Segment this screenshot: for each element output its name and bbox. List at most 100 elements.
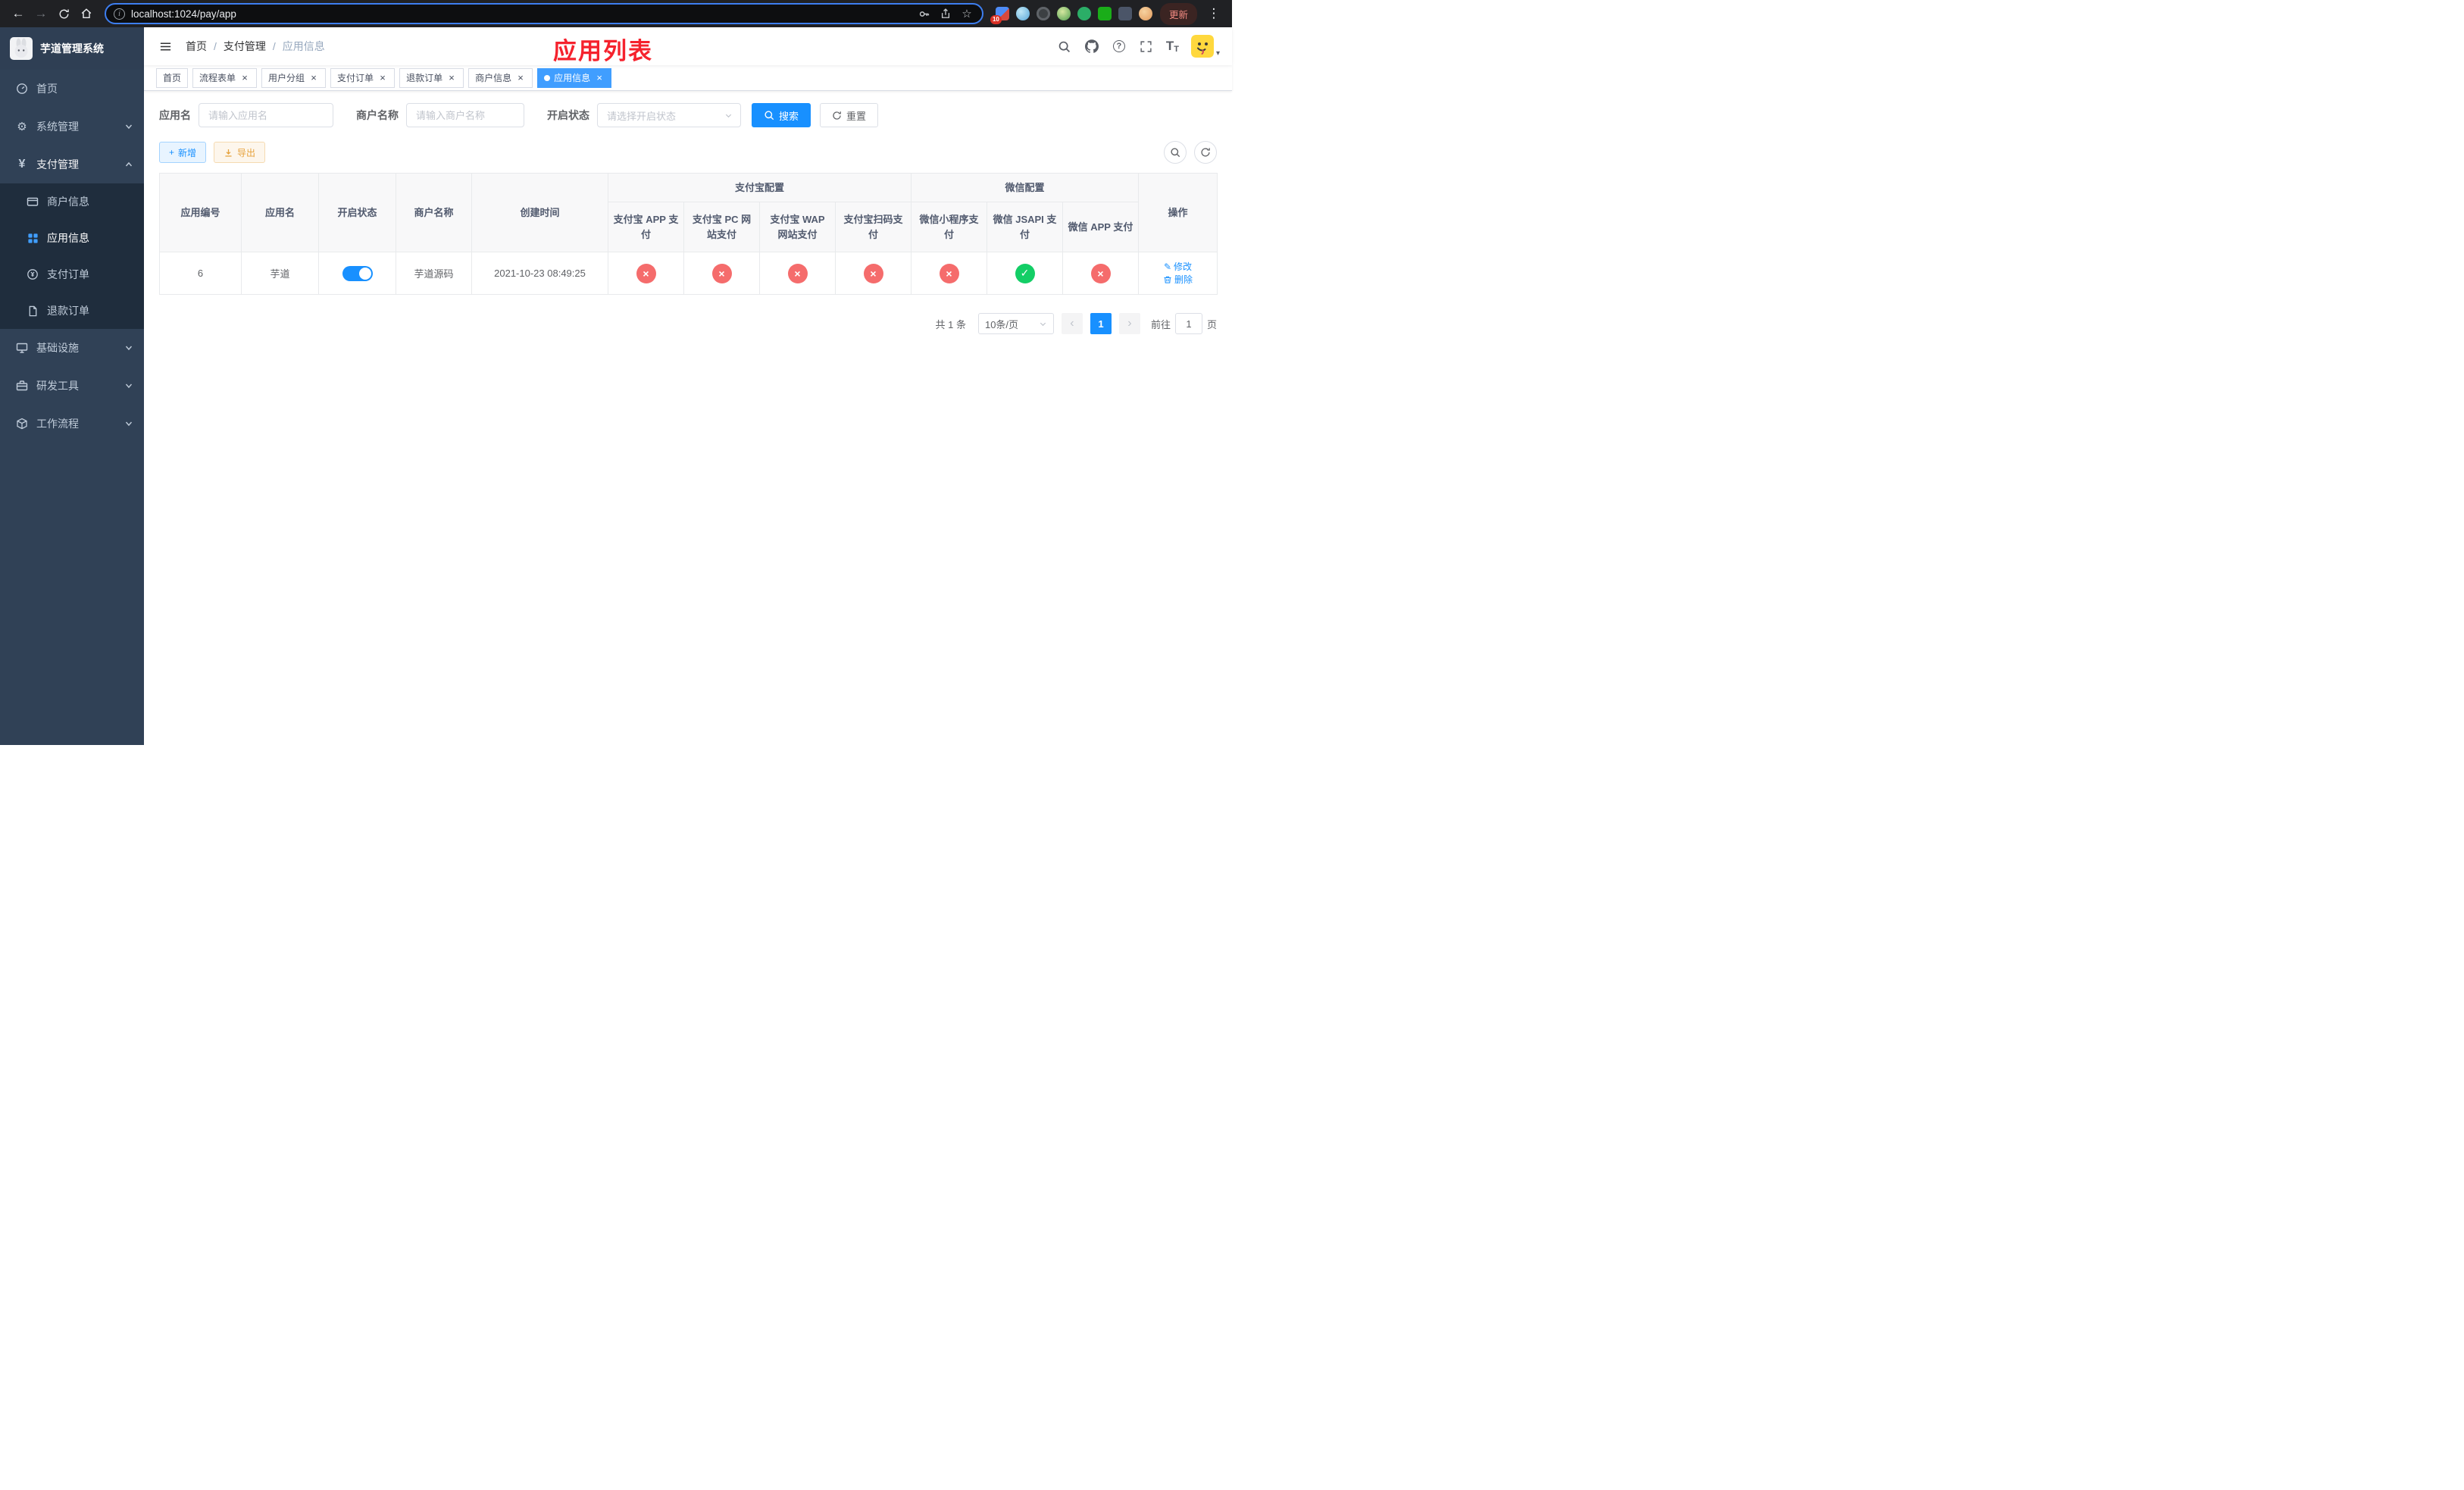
extension-icon[interactable] [1077,7,1091,20]
page-number-1[interactable]: 1 [1090,313,1112,334]
reset-button-label: 重置 [846,110,867,122]
extension-icon[interactable] [1036,7,1050,20]
toggle-search-button[interactable] [1164,141,1187,164]
avatar [1190,35,1214,58]
edit-button[interactable]: ✎ 修改 [1164,260,1192,273]
extension-icon[interactable] [1097,7,1112,20]
font-size-icon[interactable]: TT [1166,39,1179,54]
goto-page-input[interactable] [1174,313,1202,334]
next-page-button[interactable]: › [1118,313,1140,334]
merchant-name-input[interactable] [406,103,524,127]
tab-pay-order[interactable]: 支付订单 × [330,67,396,88]
sidebar-item-home[interactable]: 首页 [0,70,144,108]
yen-icon: ¥ [18,158,26,171]
reset-button[interactable]: 重置 [820,103,879,127]
tab-app-info[interactable]: 应用信息 × [537,67,612,88]
sidebar-item-infra[interactable]: 基础设施 [0,329,144,367]
sidebar: 芋道管理系统 首页 ⚙ 系统管理 ¥ 支付管理 商户信息 应用信息 支付订单 退… [0,27,144,745]
close-icon[interactable]: × [377,73,388,83]
sidebar-menu: 首页 ⚙ 系统管理 ¥ 支付管理 商户信息 应用信息 支付订单 退款订单 基础设… [0,70,144,443]
extension-icon[interactable] [1118,7,1132,20]
browser-chrome: ← → i localhost:1024/pay/app ☆ 10 更新 ⋮ [0,0,1232,27]
enabled-toggle[interactable] [342,265,373,281]
page-size-value: 10条/页 [984,318,1019,330]
sidebar-item-pay-order[interactable]: 支付订单 [0,256,144,293]
disabled-status-icon: × [711,263,732,283]
refresh-table-button[interactable] [1194,141,1217,164]
fullscreen-icon[interactable] [1139,39,1154,54]
edit-icon: ✎ [1163,261,1172,272]
close-icon[interactable]: × [239,73,250,83]
search-icon[interactable] [1057,39,1072,54]
cell-merchant: 芋道源码 [396,252,472,295]
chevron-down-icon [124,381,133,390]
add-button[interactable]: + 新增 [159,142,207,163]
tab-label: 退款订单 [406,73,443,83]
col-status: 开启状态 [318,173,396,252]
browser-back-icon[interactable]: ← [8,3,29,24]
payment-submenu: 商户信息 应用信息 支付订单 退款订单 [0,183,144,329]
help-icon[interactable]: ? [1112,39,1127,54]
extension-icon[interactable] [1056,7,1071,20]
status-select[interactable]: 请选择开启状态 [597,103,741,127]
tab-refund-order[interactable]: 退款订单 × [399,67,464,88]
cell-wx-lite: × [911,252,988,295]
sidebar-item-payment[interactable]: ¥ 支付管理 [0,146,144,183]
font-size-large: T [1165,39,1174,53]
chevron-down-icon [124,343,133,352]
app-logo[interactable]: 芋道管理系统 [0,27,144,70]
breadcrumb-payment[interactable]: 支付管理 [224,39,266,54]
sidebar-item-system[interactable]: ⚙ 系统管理 [0,108,144,146]
address-bar[interactable]: i localhost:1024/pay/app ☆ [105,3,983,24]
browser-update-button[interactable]: 更新 [1159,2,1197,25]
sidebar-item-dev-tools[interactable]: 研发工具 [0,367,144,405]
sidebar-item-refund-order[interactable]: 退款订单 [0,293,144,329]
sidebar-toggle-icon[interactable] [156,37,175,56]
browser-home-icon[interactable] [76,3,97,24]
search-button[interactable]: 搜索 [752,103,811,127]
page-size-select[interactable]: 10条/页 [977,313,1054,334]
screen: ← → i localhost:1024/pay/app ☆ 10 更新 ⋮ 芋… [0,0,1232,745]
cell-wx-jsapi: ✓ [987,252,1064,295]
close-icon[interactable]: × [594,73,605,83]
logo-avatar [10,37,33,60]
browser-refresh-icon[interactable] [53,3,74,24]
site-info-icon[interactable]: i [114,8,125,20]
browser-menu-icon[interactable]: ⋮ [1203,3,1224,24]
url-text: localhost:1024/pay/app [131,8,236,20]
col-wx-app: 微信 APP 支付 [1062,202,1140,252]
sidebar-item-app-info[interactable]: 应用信息 [0,220,144,256]
extension-icon[interactable] [1138,7,1152,20]
navbar-actions: ? TT ▾ [1057,35,1220,58]
delete-button[interactable]: 删除 [1163,273,1193,286]
browser-forward-icon[interactable]: → [30,3,52,24]
tab-process-form[interactable]: 流程表单 × [192,67,258,88]
close-icon[interactable]: × [308,73,319,83]
apps-table: 应用编号 应用名 开启状态 商户名称 创建时间 支付宝配置 微信配置 操作 支付… [159,173,1218,295]
top-navbar: 首页 / 支付管理 / 应用信息 应用列表 ? T T ▾ [144,27,1232,65]
tab-home[interactable]: 首页 [156,67,189,88]
app-name-input[interactable] [199,103,333,127]
share-icon[interactable] [938,6,953,21]
sidebar-item-label: 应用信息 [47,232,89,244]
page-unit-label: 页 [1206,318,1217,330]
export-button[interactable]: 导出 [214,142,266,163]
sidebar-item-merchant-info[interactable]: 商户信息 [0,183,144,220]
filter-bar: 应用名 商户名称 开启状态 请选择开启状态 搜索 [159,103,1217,127]
bookmark-star-icon[interactable]: ☆ [959,6,974,21]
breadcrumb-home[interactable]: 首页 [186,39,207,54]
close-icon[interactable]: × [515,73,526,83]
github-icon[interactable] [1084,39,1099,54]
prev-page-button[interactable]: ‹ [1061,313,1083,334]
disabled-status-icon: × [787,263,808,283]
close-icon[interactable]: × [446,73,457,83]
password-key-icon[interactable] [917,6,932,21]
tab-merchant-info[interactable]: 商户信息 × [468,67,533,88]
tab-user-group[interactable]: 用户分组 × [261,67,327,88]
dashboard-icon [15,83,29,95]
sidebar-item-workflow[interactable]: 工作流程 [0,405,144,443]
extension-icon[interactable] [1015,7,1030,20]
extension-icon[interactable]: 10 [990,7,1009,24]
user-menu[interactable]: ▾ [1190,35,1220,58]
cell-create-time: 2021-10-23 08:49:25 [471,252,608,295]
